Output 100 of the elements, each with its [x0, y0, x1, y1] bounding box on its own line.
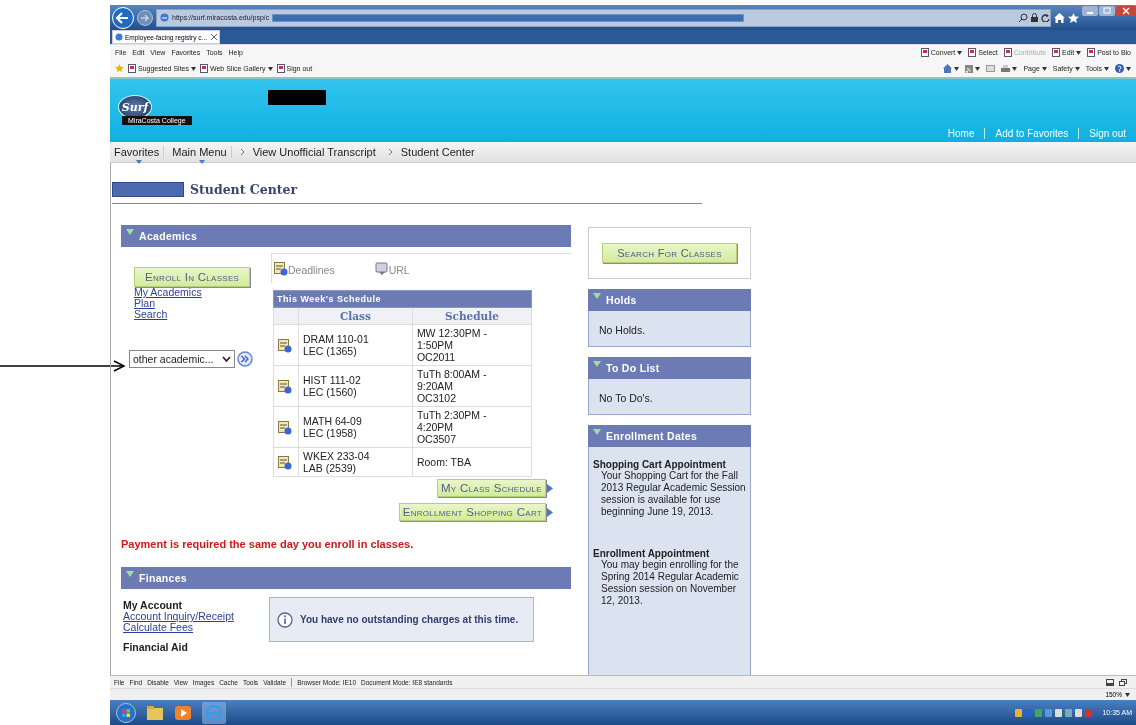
calendar-icon [278, 454, 292, 470]
panel-header: Enrollment Dates [588, 425, 751, 447]
table-cell: Room: TBA [412, 447, 532, 477]
info-icon [277, 611, 293, 628]
close-button[interactable] [1116, 6, 1136, 16]
breadcrumb-link[interactable]: View Unofficial Transcript [252, 146, 380, 158]
go-button[interactable] [237, 351, 253, 367]
chevron-down-icon [222, 356, 231, 362]
expand-triangle-icon [126, 571, 134, 577]
class-section: LEC (1365) [303, 345, 408, 357]
deadlines-link[interactable]: Deadlines [274, 261, 335, 276]
redaction-block [267, 90, 326, 105]
caret-icon [1104, 66, 1109, 71]
url-icon [374, 261, 389, 276]
chevron-icon [387, 148, 393, 156]
calendar-icon [274, 261, 288, 276]
minimize-button[interactable] [1082, 6, 1098, 16]
panel-text: No To Do's. [599, 392, 653, 404]
refresh-icon[interactable] [1041, 13, 1050, 22]
maximize-button[interactable] [1099, 6, 1115, 16]
url-link[interactable]: URL [374, 261, 410, 276]
enroll-button[interactable]: Enroll In Classes [134, 267, 251, 287]
page-title: Student Center [190, 182, 298, 197]
help-icon[interactable] [1115, 64, 1124, 73]
appointment-heading: Shopping Cart Appointment [593, 459, 727, 470]
action-button[interactable]: Enrollment Shopping Cart [398, 503, 546, 521]
section-header: Finances [121, 567, 571, 589]
class-section: LEC (1958) [303, 427, 408, 439]
menu-triangle-icon [136, 160, 143, 164]
mail-icon[interactable] [986, 65, 996, 72]
document-icon [1052, 48, 1061, 57]
calendar-icon [278, 378, 292, 394]
undock-icon[interactable] [1119, 678, 1127, 686]
appointment-text: You may begin enrolling for the Spring 2014 Regular Academic Session session on November 12, 2013. [600, 559, 740, 607]
chevron-icon [239, 148, 245, 156]
menu-link[interactable]: Main Menu [172, 146, 232, 158]
table-cell: MW 12:30PM - 1:50PM OC2011 [412, 324, 532, 366]
back-button[interactable] [112, 6, 134, 29]
link[interactable]: Account Inquiry/Receipt [123, 611, 234, 622]
table-cell: TuTh 2:30PM - 4:20PM OC3507 [412, 406, 532, 448]
class-name: MATH 64-09 [303, 415, 363, 427]
link[interactable]: Plan [134, 298, 155, 309]
panel-text: No Holds. [599, 324, 646, 336]
section-header: Academics [121, 225, 571, 247]
link[interactable]: My Academics [134, 287, 202, 298]
print-icon[interactable] [1001, 64, 1011, 73]
search-icon [1019, 13, 1028, 22]
table-cell: TuTh 8:00AM - 9:20AM OC3102 [412, 365, 532, 407]
panel-header: To Do List [588, 357, 751, 379]
appointment-heading: Enrollment Appointment [593, 548, 710, 559]
menu-link[interactable]: Favorites [114, 146, 165, 158]
play-arrow-icon [547, 507, 553, 517]
document-icon [1087, 48, 1096, 57]
breadcrumb-link[interactable]: Student Center [400, 146, 479, 158]
star-icon[interactable] [1068, 12, 1079, 23]
favorites-star-icon[interactable] [115, 64, 124, 73]
section-heading: Financial Aid [123, 641, 188, 653]
caret-icon [957, 50, 963, 55]
document-icon [200, 64, 208, 73]
academic-dropdown[interactable]: other academic... [129, 350, 235, 368]
lock-icon [1031, 13, 1038, 22]
document-icon [128, 64, 136, 73]
home-icon[interactable] [943, 64, 953, 73]
class-section: LEC (1560) [303, 386, 408, 398]
class-section: LAB (2539) [303, 462, 408, 474]
expand-triangle-icon [593, 429, 601, 435]
media-player-icon[interactable] [174, 704, 192, 721]
caret-icon [191, 66, 196, 71]
caret-icon [1012, 66, 1018, 71]
page-icon [160, 13, 169, 22]
panel-header: Holds [588, 289, 751, 311]
home-icon[interactable] [1054, 12, 1065, 23]
folder-icon[interactable] [146, 704, 164, 721]
caret-icon [1074, 66, 1080, 71]
close-icon[interactable] [211, 34, 217, 40]
caret-icon [267, 66, 273, 71]
caret-icon [1076, 50, 1082, 55]
caret-icon [975, 66, 981, 71]
play-arrow-icon [547, 483, 553, 493]
expand-triangle-icon [593, 293, 601, 299]
link[interactable]: Calculate Fees [123, 622, 194, 633]
search-button[interactable]: Search For Classes [602, 243, 737, 263]
feed-icon[interactable] [965, 64, 974, 73]
table-title: This Week's Schedule [273, 290, 532, 308]
section-heading: My Account [123, 599, 183, 611]
calendar-icon [278, 419, 292, 435]
message-text: You have no outstanding charges at this time. [300, 614, 519, 625]
caret-icon [1125, 692, 1130, 697]
action-button[interactable]: My Class Schedule [436, 479, 546, 497]
document-icon [920, 48, 929, 57]
forward-button[interactable] [137, 9, 153, 26]
caret-icon [954, 66, 960, 71]
class-name: HIST 111-02 [303, 374, 362, 386]
document-icon [968, 48, 977, 57]
document-icon [1003, 48, 1012, 57]
start-button[interactable] [116, 702, 136, 723]
caret-icon [1041, 66, 1047, 71]
dock-icon[interactable] [1106, 678, 1114, 686]
link[interactable]: Search [134, 309, 168, 320]
class-name: WKEX 233-04 [303, 450, 371, 462]
